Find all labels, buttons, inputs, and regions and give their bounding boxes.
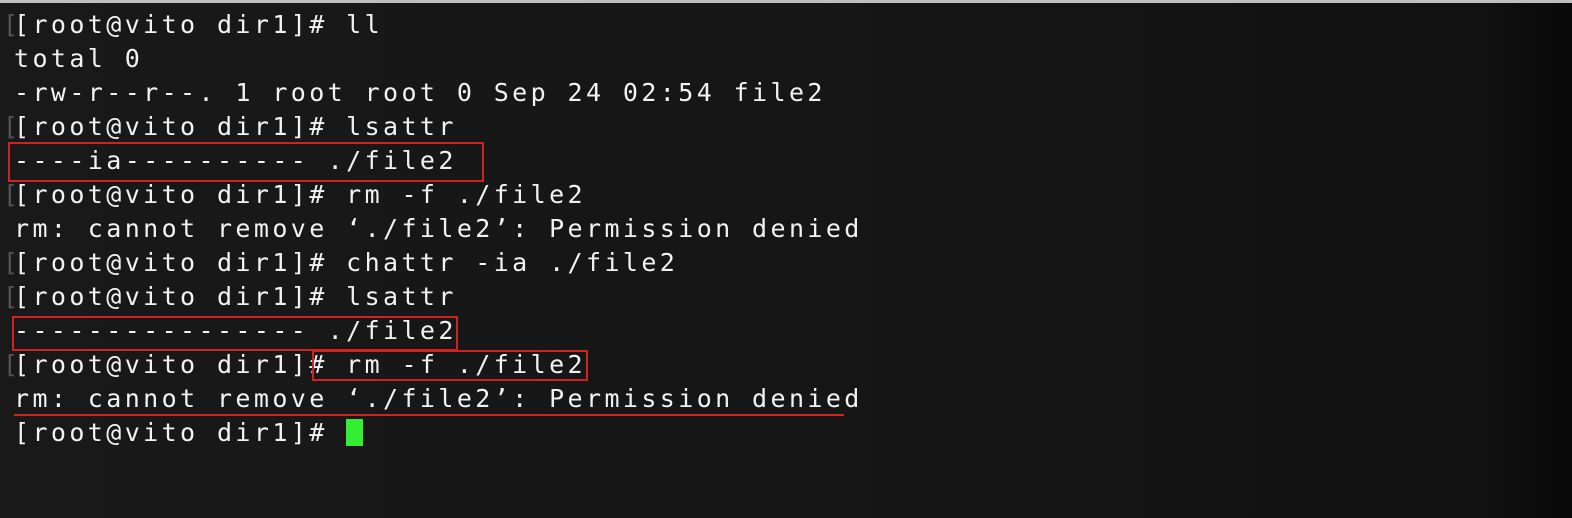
- shell-prompt: [root@vito dir1]#: [14, 350, 328, 379]
- terminal-line-prompt: [root@vito dir1]# lsattr: [14, 280, 457, 314]
- terminal-line-prompt: [root@vito dir1]# chattr -ia ./file2: [14, 246, 678, 280]
- terminal-line-output: rm: cannot remove ‘./file2’: Permission …: [14, 214, 863, 243]
- shell-prompt: [root@vito dir1]#: [14, 418, 328, 447]
- command-text: ll: [327, 10, 384, 39]
- terminal-line-output: -rw-r--r--. 1 root root 0 Sep 24 02:54 f…: [14, 78, 826, 107]
- highlight-box-attributes-cleared: [12, 316, 458, 351]
- command-text: [328, 418, 346, 447]
- terminal-line-prompt: [root@vito dir1]# lsattr: [14, 110, 457, 144]
- terminal-line-prompt-active[interactable]: [root@vito dir1]#: [14, 416, 364, 450]
- shell-prompt: [root@vito dir1]#: [14, 10, 328, 39]
- shell-prompt: [root@vito dir1]#: [14, 282, 328, 311]
- highlight-box-attributes-ia: [8, 142, 484, 182]
- terminal-line-prompt: [root@vito dir1]# ll: [14, 8, 383, 42]
- highlight-box-rm-command: [312, 350, 588, 381]
- shell-prompt: [root@vito dir1]#: [14, 112, 328, 141]
- shell-prompt: [root@vito dir1]#: [14, 180, 328, 209]
- terminal-window[interactable]: [ [ [ [ [ [ [root@vito dir1]# ll total 0…: [0, 0, 1572, 518]
- terminal-line-prompt: [root@vito dir1]# rm -f ./file2: [14, 178, 586, 212]
- text-cursor: [346, 418, 364, 446]
- shell-prompt: [root@vito dir1]#: [14, 248, 328, 277]
- terminal-line-output: rm: cannot remove ‘./file2’: Permission …: [14, 384, 863, 413]
- terminal-line-output: total 0: [14, 44, 144, 73]
- highlight-underline-error: [14, 414, 844, 416]
- command-text: lsattr: [327, 282, 457, 311]
- edge-shadow: [1482, 3, 1572, 518]
- command-text: lsattr: [327, 112, 457, 141]
- command-text: rm -f ./file2: [327, 180, 586, 209]
- command-text: chattr -ia ./file2: [327, 248, 679, 277]
